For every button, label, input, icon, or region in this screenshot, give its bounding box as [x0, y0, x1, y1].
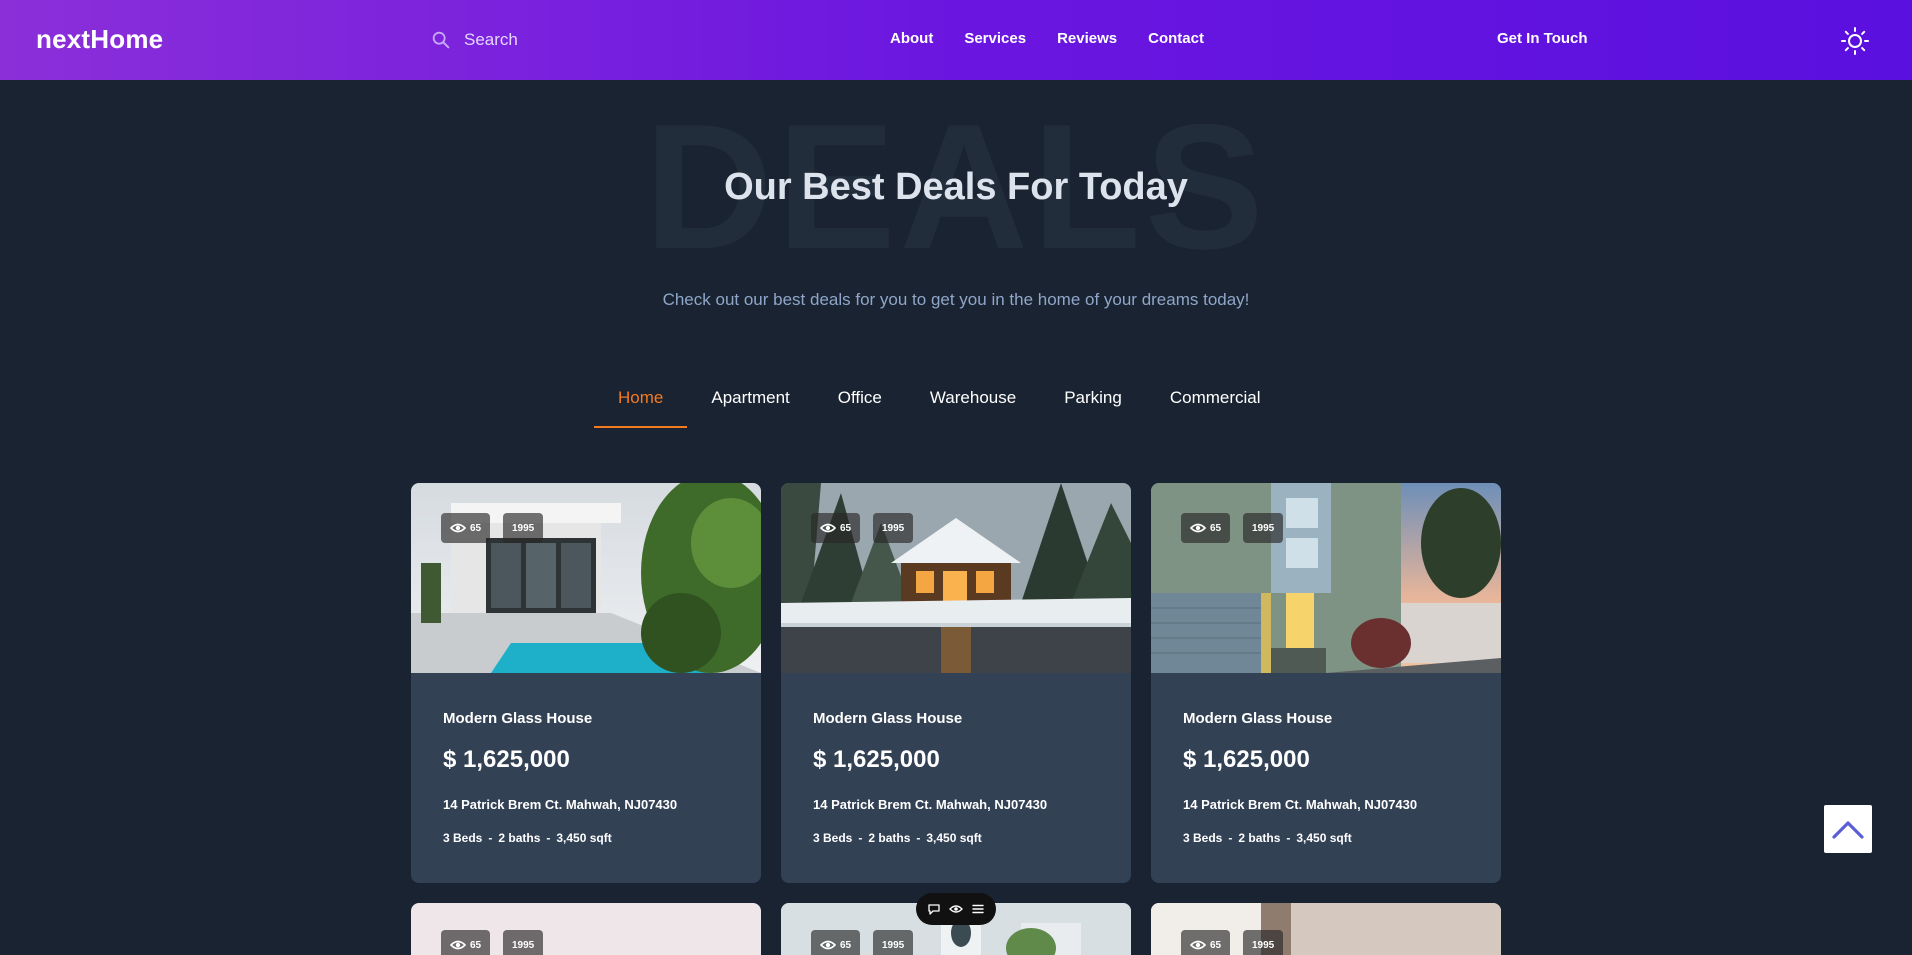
year-badge: 1995	[1243, 513, 1284, 543]
section-subtitle: Check out our best deals for you to get …	[662, 290, 1250, 309]
views-badge: 65	[1181, 930, 1231, 955]
eye-icon	[1190, 940, 1206, 950]
sun-icon[interactable]	[1840, 26, 1870, 56]
views-count: 65	[1210, 939, 1222, 951]
property-card-partial[interactable]: 65 1995	[411, 903, 761, 955]
search-input[interactable]	[464, 30, 664, 50]
eye-off-icon[interactable]	[949, 902, 963, 916]
property-image[interactable]: 65 1995	[781, 483, 1131, 673]
eye-icon	[820, 940, 836, 950]
property-photo-dusk-house	[1151, 483, 1501, 673]
baths-count: 2 baths	[868, 831, 911, 845]
property-card[interactable]: 65 1995 Modern Glass House $ 1,625,000 1…	[1151, 483, 1501, 883]
tab-commercial[interactable]: Commercial	[1146, 380, 1285, 428]
nav-about[interactable]: About	[890, 30, 933, 47]
property-photo-snow-cabin	[781, 483, 1131, 673]
spec-separator: -	[546, 831, 551, 845]
scroll-to-top-button[interactable]	[1824, 805, 1872, 853]
views-badge: 65	[811, 513, 861, 543]
year-badge: 1995	[1243, 930, 1284, 955]
logo[interactable]: nextHome	[36, 24, 163, 55]
property-address: 14 Patrick Brem Ct. Mahwah, NJ07430	[1183, 797, 1418, 812]
get-in-touch-button[interactable]: Get In Touch	[1497, 30, 1588, 47]
property-card-partial[interactable]: 65 1995	[1151, 903, 1501, 955]
menu-icon[interactable]	[971, 902, 985, 916]
tab-home[interactable]: Home	[594, 380, 688, 428]
spec-separator: -	[1228, 831, 1233, 845]
year-built: 1995	[1252, 939, 1275, 951]
tab-parking[interactable]: Parking	[1040, 380, 1146, 428]
floating-toolbar	[916, 893, 996, 925]
property-price: $ 1,625,000	[443, 746, 570, 773]
main-nav: About Services Reviews Contact	[890, 30, 1204, 47]
nav-reviews[interactable]: Reviews	[1057, 30, 1117, 47]
category-tabs: Home Apartment Office Warehouse Parking …	[594, 380, 1285, 428]
eye-icon	[450, 940, 466, 950]
spec-separator: -	[488, 831, 493, 845]
year-built: 1995	[1252, 522, 1275, 534]
property-price: $ 1,625,000	[1183, 746, 1310, 773]
property-image[interactable]: 65 1995	[411, 483, 761, 673]
property-title[interactable]: Modern Glass House	[1183, 710, 1469, 727]
year-built: 1995	[882, 939, 905, 951]
views-count: 65	[1210, 522, 1222, 534]
area-size: 3,450 sqft	[1296, 831, 1352, 845]
property-title[interactable]: Modern Glass House	[443, 710, 729, 727]
year-badge: 1995	[873, 513, 914, 543]
area-size: 3,450 sqft	[926, 831, 982, 845]
nav-services[interactable]: Services	[964, 30, 1026, 47]
year-badge: 1995	[503, 513, 544, 543]
views-count: 65	[470, 939, 482, 951]
baths-count: 2 baths	[1238, 831, 1281, 845]
year-badge: 1995	[503, 930, 544, 955]
year-built: 1995	[882, 522, 905, 534]
year-badge: 1995	[873, 930, 914, 955]
views-count: 65	[840, 522, 852, 534]
property-price: $ 1,625,000	[813, 746, 940, 773]
property-card[interactable]: 65 1995 Modern Glass House $ 1,625,000 1…	[411, 483, 761, 883]
property-photo-modern-house	[411, 483, 761, 673]
site-header: nextHome About Services Reviews Contact …	[0, 0, 1912, 80]
spec-separator: -	[1286, 831, 1291, 845]
views-badge: 65	[441, 513, 491, 543]
search-bar	[430, 26, 664, 54]
property-address: 14 Patrick Brem Ct. Mahwah, NJ07430	[813, 797, 1048, 812]
property-title[interactable]: Modern Glass House	[813, 710, 1099, 727]
property-specs: 3 Beds - 2 baths - 3,450 sqft	[813, 831, 1099, 845]
beds-count: 3 Beds	[813, 831, 853, 845]
search-icon	[432, 31, 450, 49]
views-count: 65	[470, 522, 482, 534]
beds-count: 3 Beds	[443, 831, 483, 845]
eye-icon	[450, 523, 466, 533]
property-specs: 3 Beds - 2 baths - 3,450 sqft	[443, 831, 729, 845]
baths-count: 2 baths	[498, 831, 541, 845]
section-title: Our Best Deals For Today	[724, 166, 1188, 208]
views-badge: 65	[1181, 513, 1231, 543]
spec-separator: -	[916, 831, 921, 845]
property-address: 14 Patrick Brem Ct. Mahwah, NJ07430	[443, 797, 678, 812]
eye-icon	[1190, 523, 1206, 533]
card-body: Modern Glass House $ 1,625,000 14 Patric…	[1151, 673, 1501, 845]
card-body: Modern Glass House $ 1,625,000 14 Patric…	[781, 673, 1131, 845]
property-image[interactable]: 65 1995	[1151, 483, 1501, 673]
comment-icon[interactable]	[927, 902, 941, 916]
nav-contact[interactable]: Contact	[1148, 30, 1204, 47]
area-size: 3,450 sqft	[556, 831, 612, 845]
eye-icon	[820, 523, 836, 533]
views-badge: 65	[441, 930, 491, 955]
year-built: 1995	[512, 522, 535, 534]
tab-apartment[interactable]: Apartment	[687, 380, 813, 428]
spec-separator: -	[858, 831, 863, 845]
views-count: 65	[840, 939, 852, 951]
card-body: Modern Glass House $ 1,625,000 14 Patric…	[411, 673, 761, 845]
tab-warehouse[interactable]: Warehouse	[906, 380, 1040, 428]
views-badge: 65	[811, 930, 861, 955]
year-built: 1995	[512, 939, 535, 951]
property-specs: 3 Beds - 2 baths - 3,450 sqft	[1183, 831, 1469, 845]
beds-count: 3 Beds	[1183, 831, 1223, 845]
chevron-up-icon	[1832, 821, 1864, 839]
tab-office[interactable]: Office	[814, 380, 906, 428]
property-card[interactable]: 65 1995 Modern Glass House $ 1,625,000 1…	[781, 483, 1131, 883]
